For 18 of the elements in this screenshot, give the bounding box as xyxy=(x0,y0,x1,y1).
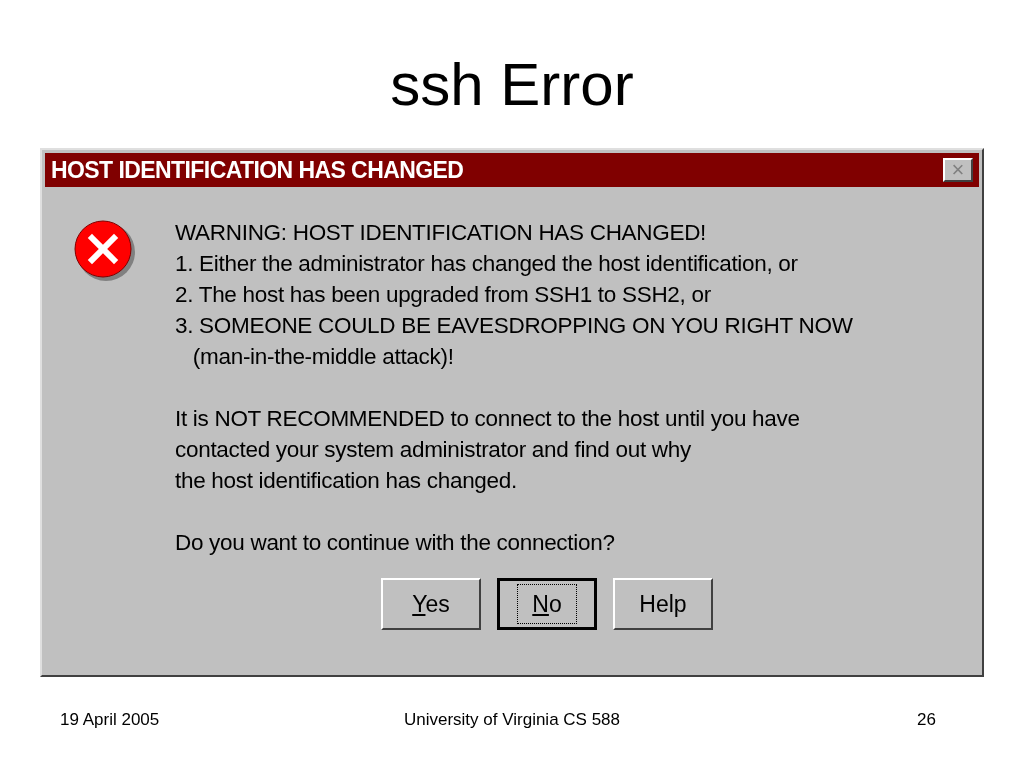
message-line: Do you want to continue with the connection? xyxy=(175,529,616,557)
message-line: 1. Either the administrator has changed the host identification, or xyxy=(175,250,799,278)
message-line: (man-in-the-middle attack)! xyxy=(191,343,455,371)
message-line: 3. SOMEONE COULD BE EAVESDROPPING ON YOU RIGHT NOW xyxy=(175,312,853,340)
message-line: WARNING: HOST IDENTIFICATION HAS CHANGED! xyxy=(175,219,708,247)
page-number: 26 xyxy=(916,709,937,731)
message-line: It is NOT RECOMMENDED to connect to the host until you have xyxy=(175,405,801,433)
dialog-button[interactable]: No xyxy=(497,578,597,630)
window-title: HOST IDENTIFICATION HAS CHANGED xyxy=(51,155,464,185)
error-icon xyxy=(73,219,137,283)
message-line: the host identification has changed. xyxy=(175,467,518,495)
message-line: contacted your system administrator and find out why xyxy=(175,436,692,464)
footer-text: University of Virginia CS 588 xyxy=(403,709,621,731)
dialog-button[interactable]: Yes xyxy=(381,578,481,630)
slide-title: ssh Error xyxy=(390,50,634,120)
footer-date: 19 April 2005 xyxy=(60,709,161,731)
dialog-button[interactable]: Help xyxy=(613,578,713,630)
message-line: 2. The host has been upgraded from SSH1 to SSH2, or xyxy=(175,281,712,309)
